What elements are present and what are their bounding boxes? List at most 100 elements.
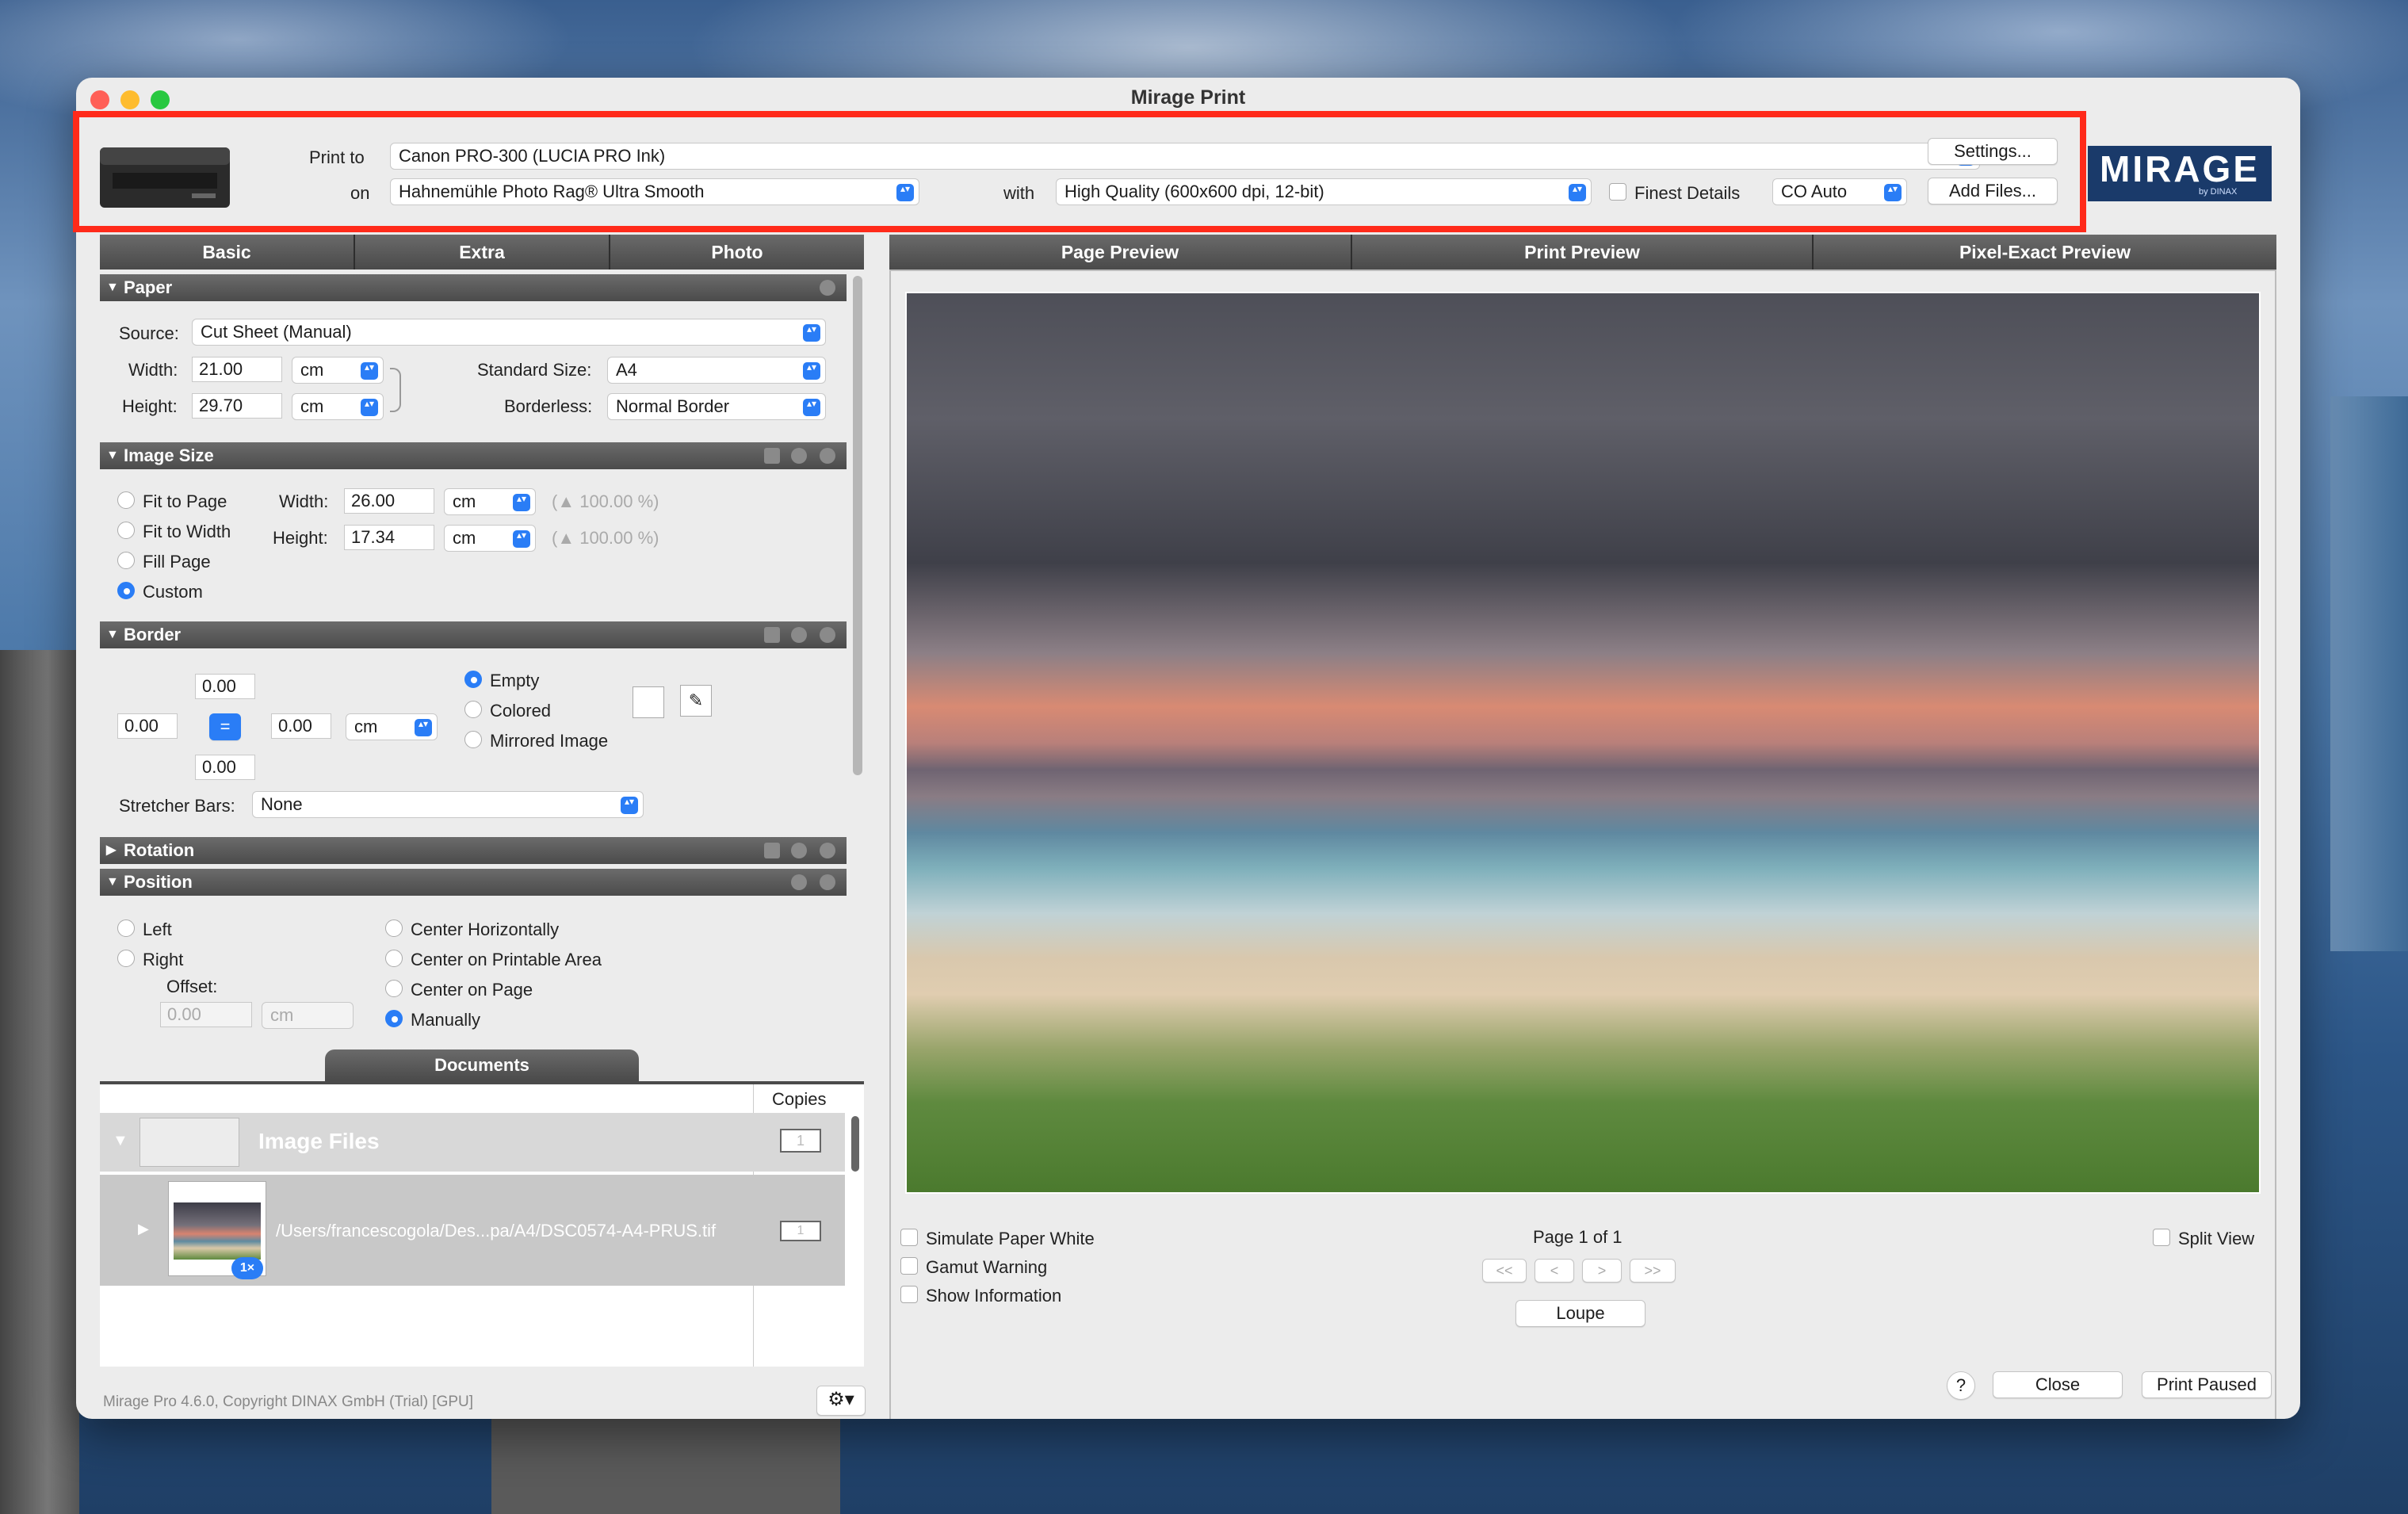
chevron-updown-icon: ▴▾ [803,362,820,380]
close-window-button[interactable] [90,90,109,109]
standard-size-select[interactable]: A4 ▴▾ [607,357,826,384]
unit-value: cm [300,396,324,416]
border-right-input[interactable]: 0.00 [271,713,331,739]
settings-scrollbar[interactable] [853,276,862,775]
paper-width-label: Width: [128,360,178,380]
loupe-button[interactable]: Loupe [1516,1300,1645,1327]
borderless-label: Borderless: [504,396,593,416]
position-left-radio[interactable] [117,919,135,937]
border-bottom-input[interactable]: 0.00 [195,755,255,780]
fit-to-width-radio[interactable] [117,522,135,539]
link-bracket-icon[interactable] [390,368,401,412]
border-left-input[interactable]: 0.00 [117,713,178,739]
center-page-radio[interactable] [385,980,403,997]
center-page-label: Center on Page [411,980,533,1000]
source-select[interactable]: Cut Sheet (Manual) ▴▾ [192,319,826,346]
border-colored-radio[interactable] [464,701,482,718]
image-height-input[interactable]: 17.34 [344,525,434,550]
paper-width-input[interactable]: 21.00 [192,357,282,382]
image-height-unit-select[interactable]: cm ▴▾ [444,525,536,552]
position-right-label: Right [143,950,184,969]
clipboard-icon [764,843,780,858]
first-page-button[interactable]: << [1482,1259,1527,1283]
border-empty-label: Empty [490,671,540,690]
border-mirrored-radio[interactable] [464,731,482,748]
source-value: Cut Sheet (Manual) [201,322,352,342]
image-width-input[interactable]: 26.00 [344,488,434,514]
prev-page-button[interactable]: < [1535,1259,1574,1283]
border-unit-select[interactable]: cm ▴▾ [346,713,438,740]
border-colored-label: Colored [490,701,552,721]
close-button[interactable]: Close [1993,1371,2123,1398]
fill-page-radio[interactable] [117,552,135,569]
minimize-window-button[interactable] [120,90,140,109]
paper-height-input[interactable]: 29.70 [192,393,282,419]
center-horizontally-radio[interactable] [385,919,403,937]
stretcher-bars-value: None [261,794,303,814]
fit-to-page-label: Fit to Page [143,491,227,511]
tab-print-preview[interactable]: Print Preview [1352,235,1814,270]
tab-pixel-exact-preview[interactable]: Pixel-Exact Preview [1814,235,2276,270]
image-files-label: Image Files [258,1129,380,1153]
border-color-well[interactable] [633,686,664,718]
help-button[interactable]: ? [1947,1371,1975,1400]
disclosure-triangle-icon[interactable]: ▼ [113,1132,128,1150]
offset-input[interactable]: 0.00 [160,1002,252,1027]
standard-size-label: Standard Size: [477,360,592,380]
chevron-updown-icon: ▴▾ [513,494,530,511]
manually-radio[interactable] [385,1010,403,1027]
disclosure-triangle-icon: ▶ [106,843,117,857]
documents-scrollbar[interactable] [851,1116,859,1172]
custom-radio[interactable] [117,582,135,599]
copies-header: Copies [772,1089,827,1109]
chevron-updown-icon: ▴▾ [361,399,378,416]
stretcher-bars-select[interactable]: None ▴▾ [252,791,644,818]
highlight-annotation [73,111,2086,232]
disclosure-triangle-icon: ▼ [106,628,119,641]
print-paused-button[interactable]: Print Paused [2142,1371,2272,1398]
disclosure-triangle-icon[interactable]: ▶ [138,1221,149,1237]
section-title: Position [124,872,193,892]
simulate-paper-white-checkbox[interactable] [900,1229,918,1246]
unit-value: cm [354,717,378,736]
border-link-button[interactable]: = [209,713,241,740]
eyedropper-icon[interactable]: ✎ [680,685,712,717]
file-copies-field[interactable]: 1 [780,1221,821,1241]
documents-tab[interactable]: Documents [325,1049,639,1081]
tab-basic[interactable]: Basic [100,235,355,270]
tab-extra[interactable]: Extra [355,235,610,270]
paper-section-header[interactable]: ▼ Paper [100,274,847,301]
gear-icon[interactable]: ⚙▾ [816,1386,866,1416]
paper-height-unit-select[interactable]: cm ▴▾ [292,393,384,420]
next-page-button[interactable]: > [1582,1259,1622,1283]
zoom-window-button[interactable] [151,90,170,109]
tab-page-preview[interactable]: Page Preview [889,235,1352,270]
fit-to-page-radio[interactable] [117,491,135,509]
border-empty-radio[interactable] [464,671,482,688]
borderless-select[interactable]: Normal Border ▴▾ [607,393,826,420]
paper-width-unit-select[interactable]: cm ▴▾ [292,357,384,384]
offset-unit-select[interactable]: cm [262,1002,354,1029]
border-top-input[interactable]: 0.00 [195,674,255,699]
center-printable-radio[interactable] [385,950,403,967]
group-copies-field[interactable]: 1 [780,1129,821,1153]
photo-preview-image [907,293,2259,1192]
settings-scroll-area[interactable] [100,271,847,1030]
image-size-section-header[interactable]: ▼ Image Size [100,442,847,469]
borderless-value: Normal Border [616,396,730,416]
rotation-section-header[interactable]: ▶ Rotation [100,837,847,864]
gamut-warning-checkbox[interactable] [900,1257,918,1275]
border-mirrored-label: Mirrored Image [490,731,609,751]
split-view-checkbox[interactable] [2153,1229,2170,1246]
desktop-rock [491,1419,840,1514]
position-right-radio[interactable] [117,950,135,967]
stretcher-bars-label: Stretcher Bars: [119,796,235,816]
border-section-header[interactable]: ▼ Border [100,621,847,648]
position-section-header[interactable]: ▼ Position [100,869,847,896]
info-icon [820,627,835,643]
clipboard-icon [764,448,780,464]
image-width-unit-select[interactable]: cm ▴▾ [444,488,536,515]
last-page-button[interactable]: >> [1630,1259,1676,1283]
show-information-checkbox[interactable] [900,1286,918,1303]
tab-photo[interactable]: Photo [610,235,864,270]
